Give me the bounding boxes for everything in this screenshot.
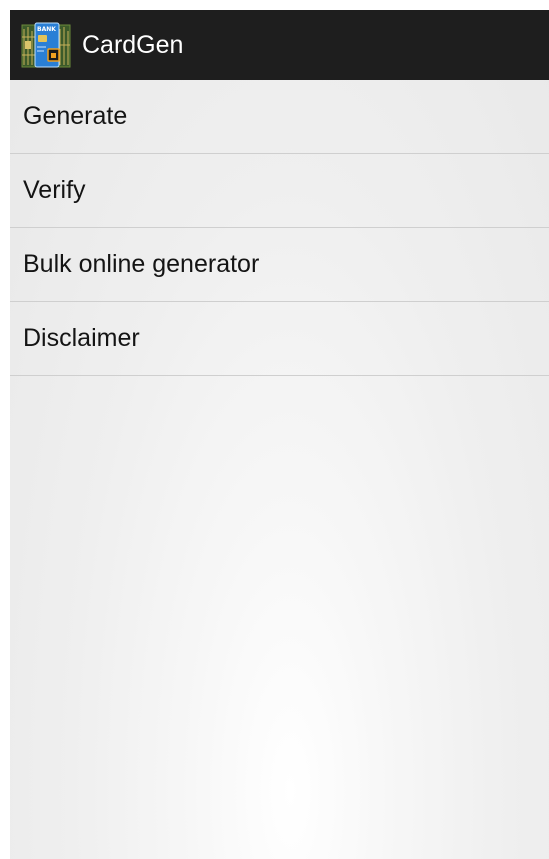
menu-item-label: Generate xyxy=(23,102,128,130)
menu-item-label: Disclaimer xyxy=(23,324,140,352)
menu-item-label: Bulk online generator xyxy=(23,250,260,278)
menu-item-bulk-online-generator[interactable]: Bulk online generator xyxy=(10,228,549,302)
menu-list: Generate Verify Bulk online generator Di… xyxy=(10,80,549,376)
app-screen: BANK CardGen Generate Verify Bulk online… xyxy=(10,10,549,859)
icon-bank-lettering: BANK xyxy=(37,26,56,33)
menu-item-generate[interactable]: Generate xyxy=(10,80,549,154)
card-bank-icon: BANK xyxy=(21,22,71,68)
menu-item-label: Verify xyxy=(23,176,86,204)
menu-item-verify[interactable]: Verify xyxy=(10,154,549,228)
action-bar: BANK CardGen xyxy=(10,10,549,80)
app-title: CardGen xyxy=(82,30,184,59)
app-icon[interactable]: BANK xyxy=(20,19,72,71)
menu-item-disclaimer[interactable]: Disclaimer xyxy=(10,302,549,376)
